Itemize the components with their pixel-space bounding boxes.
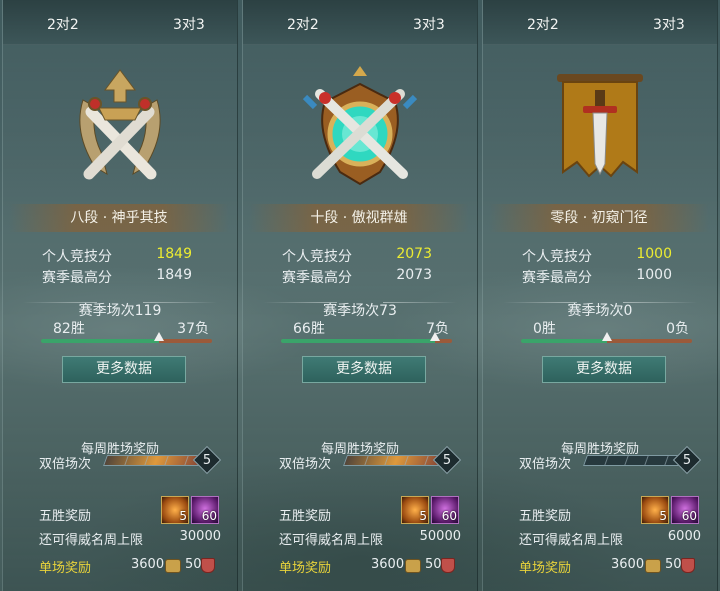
rank-title: 八段 · 神乎其技 bbox=[9, 204, 229, 232]
more-data-button[interactable]: 更多数据 bbox=[302, 356, 426, 383]
win-fill bbox=[41, 339, 159, 343]
single-match-reward-label: 单场奖励 bbox=[519, 561, 572, 576]
season-matches: 赛季场次119 bbox=[78, 303, 162, 319]
losses-count: 0负 bbox=[666, 321, 689, 337]
double-progress-fill bbox=[104, 456, 208, 465]
season-high-value: 1849 bbox=[156, 267, 192, 283]
item-quantity: 60 bbox=[441, 509, 457, 523]
crossed-swords-laurel-emblem-icon bbox=[55, 62, 185, 192]
scroll-item-icon[interactable]: 5 bbox=[641, 496, 669, 524]
season-matches: 赛季场次0 bbox=[567, 303, 633, 319]
win-fill bbox=[521, 339, 607, 343]
tab-2v2[interactable]: 2对2 bbox=[47, 14, 79, 34]
banner-sword-emblem-icon bbox=[535, 62, 665, 192]
tab-2v2[interactable]: 2对2 bbox=[527, 14, 559, 34]
personal-score-label: 个人竞技分 bbox=[282, 249, 352, 265]
tab-3v3[interactable]: 3对3 bbox=[173, 14, 205, 34]
win-loss-bar bbox=[281, 332, 452, 343]
personal-score-label: 个人竞技分 bbox=[522, 249, 592, 265]
single-shield-amount: 50 bbox=[665, 557, 682, 572]
tab-3v3[interactable]: 3对3 bbox=[653, 14, 685, 34]
weekly-cap-label: 还可得威名周上限 bbox=[39, 533, 144, 548]
win-loss-bar bbox=[41, 332, 212, 343]
double-matches-label: 双倍场次 bbox=[39, 457, 92, 472]
rank-title: 零段 · 初窥门径 bbox=[489, 204, 709, 232]
personal-score-value: 1000 bbox=[636, 246, 672, 262]
single-shield-amount: 50 bbox=[425, 557, 442, 572]
coin-icon bbox=[405, 559, 421, 573]
double-matches-label: 双倍场次 bbox=[279, 457, 332, 472]
weekly-cap-label: 还可得威名周上限 bbox=[519, 533, 624, 548]
win-ratio-marker-icon bbox=[602, 332, 612, 341]
double-progress-fill bbox=[584, 456, 588, 465]
wins-count: 82胜 bbox=[53, 321, 85, 337]
five-win-reward-label: 五胜奖励 bbox=[279, 509, 332, 524]
double-matches-label: 双倍场次 bbox=[519, 457, 572, 472]
five-win-reward-label: 五胜奖励 bbox=[39, 509, 92, 524]
mode-tabs: 2对2 3对3 bbox=[483, 0, 717, 45]
single-coin-amount: 3600 bbox=[131, 557, 165, 572]
personal-score-value: 1849 bbox=[156, 246, 192, 262]
win-loss-bar bbox=[521, 332, 692, 343]
weekly-cap-value: 30000 bbox=[179, 529, 221, 544]
season-high-label: 赛季最高分 bbox=[282, 270, 352, 286]
item-quantity: 5 bbox=[179, 509, 187, 523]
shield-icon bbox=[441, 558, 455, 573]
season-high-value: 1000 bbox=[636, 267, 672, 283]
season-high-value: 2073 bbox=[396, 267, 432, 283]
weekly-cap-value: 50000 bbox=[419, 529, 461, 544]
rank-panel-0: 2对2 3对3 八段 · 神乎其技 个人竞技分 1849 赛季最高分 1849 … bbox=[2, 0, 238, 591]
more-data-button[interactable]: 更多数据 bbox=[62, 356, 186, 383]
tab-2v2[interactable]: 2对2 bbox=[287, 14, 319, 34]
rank-panel-2: 2对2 3对3 零段 · 初窥门径 个人竞技分 1000 赛季最高分 1000 … bbox=[482, 0, 718, 591]
single-coin-amount: 3600 bbox=[611, 557, 645, 572]
coin-icon bbox=[165, 559, 181, 573]
five-win-reward-label: 五胜奖励 bbox=[519, 509, 572, 524]
weekly-cap-value: 6000 bbox=[667, 529, 701, 544]
item-quantity: 60 bbox=[681, 509, 697, 523]
purple-gem-item-icon[interactable]: 60 bbox=[431, 496, 459, 524]
single-match-reward-label: 单场奖励 bbox=[279, 561, 332, 576]
double-count: 5 bbox=[202, 453, 212, 468]
personal-score-value: 2073 bbox=[396, 246, 432, 262]
scroll-item-icon[interactable]: 5 bbox=[401, 496, 429, 524]
double-progress-fill bbox=[344, 456, 448, 465]
mode-tabs: 2对2 3对3 bbox=[3, 0, 237, 45]
win-fill bbox=[281, 339, 435, 343]
purple-gem-item-icon[interactable]: 60 bbox=[671, 496, 699, 524]
scroll-item-icon[interactable]: 5 bbox=[161, 496, 189, 524]
more-data-button[interactable]: 更多数据 bbox=[542, 356, 666, 383]
season-high-label: 赛季最高分 bbox=[42, 270, 112, 286]
wins-count: 66胜 bbox=[293, 321, 325, 337]
win-ratio-marker-icon bbox=[154, 332, 164, 341]
win-ratio-marker-icon bbox=[430, 332, 440, 341]
item-quantity: 5 bbox=[659, 509, 667, 523]
coin-icon bbox=[645, 559, 661, 573]
single-coin-amount: 3600 bbox=[371, 557, 405, 572]
purple-gem-item-icon[interactable]: 60 bbox=[191, 496, 219, 524]
weekly-cap-label: 还可得威名周上限 bbox=[279, 533, 384, 548]
rank-panel-1: 2对2 3对3 十段 · 傲视群雄 个人竞技分 2073 赛季最高分 2073 … bbox=[242, 0, 478, 591]
wins-count: 0胜 bbox=[533, 321, 556, 337]
shield-icon bbox=[681, 558, 695, 573]
item-quantity: 60 bbox=[201, 509, 217, 523]
double-count: 5 bbox=[682, 453, 692, 468]
double-count: 5 bbox=[442, 453, 452, 468]
rank-title: 十段 · 傲视群雄 bbox=[249, 204, 469, 232]
season-high-label: 赛季最高分 bbox=[522, 270, 592, 286]
mode-tabs: 2对2 3对3 bbox=[243, 0, 477, 45]
single-shield-amount: 50 bbox=[185, 557, 202, 572]
losses-count: 37负 bbox=[177, 321, 209, 337]
shield-icon bbox=[201, 558, 215, 573]
personal-score-label: 个人竞技分 bbox=[42, 249, 112, 265]
tab-3v3[interactable]: 3对3 bbox=[413, 14, 445, 34]
crossed-swords-jade-orb-emblem-icon bbox=[295, 62, 425, 192]
single-match-reward-label: 单场奖励 bbox=[39, 561, 92, 576]
season-matches: 赛季场次73 bbox=[323, 303, 397, 319]
item-quantity: 5 bbox=[419, 509, 427, 523]
